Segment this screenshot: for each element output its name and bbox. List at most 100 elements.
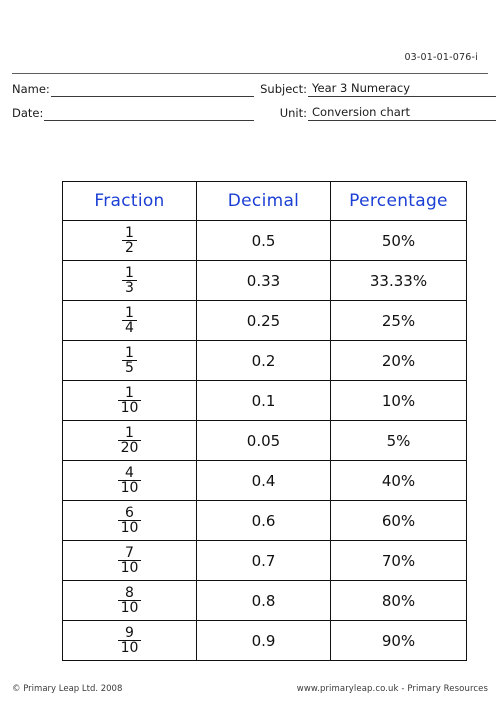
cell-fraction: 14 [62,300,197,341]
table-row: 8 10 0.8 80% [62,580,467,621]
website-text: www.primaryleap.co.uk - Primary Resource… [296,684,488,694]
fraction-numerator: 7 [125,544,134,561]
fraction-glyph: 9 10 [117,624,142,655]
cell-fraction: 1 10 [62,380,197,421]
cell-decimal: 0.6 [196,500,331,541]
fraction-glyph: 6 10 [117,504,142,535]
header-divider [12,73,488,74]
cell-decimal: 0.2 [196,340,331,381]
fraction-numerator: 1 [125,424,134,441]
table-row: 9 10 0.9 90% [62,620,467,661]
cell-fraction: 15 [62,340,197,381]
cell-fraction: 13 [62,260,197,301]
name-input[interactable] [50,81,254,97]
cell-fraction: 12 [62,220,197,261]
fraction-numerator: 4 [125,464,134,481]
cell-fraction: 1 20 [62,420,197,461]
cell-percentage: 70% [330,540,467,581]
subject-field-row: Subject: Year 3 Numeracy [254,78,496,97]
fraction-denominator: 10 [117,560,142,575]
table-row: 4 10 0.4 40% [62,460,467,501]
fraction-numerator: 1 [125,264,134,281]
cell-percentage: 25% [330,300,467,341]
fraction-numerator: 6 [125,504,134,521]
fraction-denominator: 10 [117,640,142,655]
fraction-denominator: 2 [122,240,137,255]
table-body: 1 2 0.5 50% 1 3 0.33 33.33% 1 4 0.25 25% 1 5 0.2 20% 1 10… [62,220,467,661]
cell-decimal: 0.9 [196,620,331,661]
cell-fraction: 8 10 [62,580,197,621]
conversion-chart: Fraction Decimal Percentage 1 2 0.5 50% 1 3 0.… [62,181,467,661]
table-row: 1 4 0.25 25% [62,300,467,341]
cell-percentage: 40% [330,460,467,501]
fraction-denominator: 10 [117,600,142,615]
fraction-numerator: 1 [125,384,134,401]
cell-decimal: 0.4 [196,460,331,501]
name-label: Name: [12,82,50,96]
column-header-fraction: Fraction [62,181,197,221]
table-row: 1 3 0.33 33.33% [62,260,467,301]
cell-fraction: 6 10 [62,500,197,541]
cell-percentage: 60% [330,500,467,541]
fraction-glyph: 7 10 [117,544,142,575]
page-footer: © Primary Leap Ltd. 2008 www.primaryleap… [12,684,488,694]
unit-value: Conversion chart [312,105,411,119]
fraction-glyph: 15 [122,345,137,375]
cell-decimal: 0.5 [196,220,331,261]
document-code: 03-01-01-076-i [404,52,478,63]
fraction-numerator: 9 [125,624,134,641]
column-header-percentage: Percentage [330,181,467,221]
cell-fraction: 7 10 [62,540,197,581]
cell-percentage: 50% [330,220,467,261]
fraction-glyph: 12 [122,224,137,255]
fraction-glyph: 14 [122,304,137,335]
cell-decimal: 0.8 [196,580,331,621]
unit-input[interactable]: Conversion chart [308,105,496,121]
identity-right-column: Subject: Year 3 Numeracy Unit: Conversio… [254,78,496,121]
cell-decimal: 0.33 [196,260,331,301]
fraction-numerator: 1 [125,304,134,321]
date-input[interactable] [44,105,254,121]
fraction-glyph: 8 10 [117,584,142,615]
cell-percentage: 33.33% [330,260,467,301]
fraction-denominator: 20 [117,440,142,455]
fraction-glyph: 13 [122,264,137,295]
subject-value: Year 3 Numeracy [312,81,411,95]
subject-input[interactable]: Year 3 Numeracy [308,81,496,97]
name-field-row: Name: [12,78,254,97]
fraction-glyph: 1 10 [117,384,142,415]
cell-percentage: 5% [330,420,467,461]
subject-label: Subject: [260,82,307,96]
fraction-glyph: 4 10 [117,464,142,495]
cell-fraction: 9 10 [62,620,197,661]
table-row: 1 20 0.05 5% [62,420,467,461]
fraction-numerator: 1 [125,224,134,241]
cell-decimal: 0.7 [196,540,331,581]
copyright-text: © Primary Leap Ltd. 2008 [12,684,123,694]
cell-percentage: 80% [330,580,467,621]
cell-decimal: 0.25 [196,300,331,341]
identity-block: Name: Date: Subject: Year 3 Numeracy Uni… [12,78,496,121]
identity-left-column: Name: Date: [12,78,254,121]
cell-fraction: 4 10 [62,460,197,501]
fraction-denominator: 4 [122,320,137,335]
date-value [44,119,52,120]
cell-percentage: 90% [330,620,467,661]
cell-percentage: 20% [330,340,467,381]
fraction-numerator: 8 [125,584,134,601]
cell-percentage: 10% [330,380,467,421]
unit-field-row: Unit: Conversion chart [254,102,496,121]
table-row: 7 10 0.7 70% [62,540,467,581]
table-row: 1 10 0.1 10% [62,380,467,421]
table-row: 6 10 0.6 60% [62,500,467,541]
date-field-row: Date: [12,102,254,121]
fraction-denominator: 5 [122,360,137,375]
name-value [51,95,59,96]
fraction-glyph: 1 20 [117,424,142,455]
date-label: Date: [12,106,44,120]
fraction-denominator: 10 [117,520,142,535]
column-header-decimal: Decimal [196,181,331,221]
unit-label: Unit: [279,106,307,120]
table-row: 1 2 0.5 50% [62,220,467,261]
fraction-denominator: 10 [117,400,142,415]
